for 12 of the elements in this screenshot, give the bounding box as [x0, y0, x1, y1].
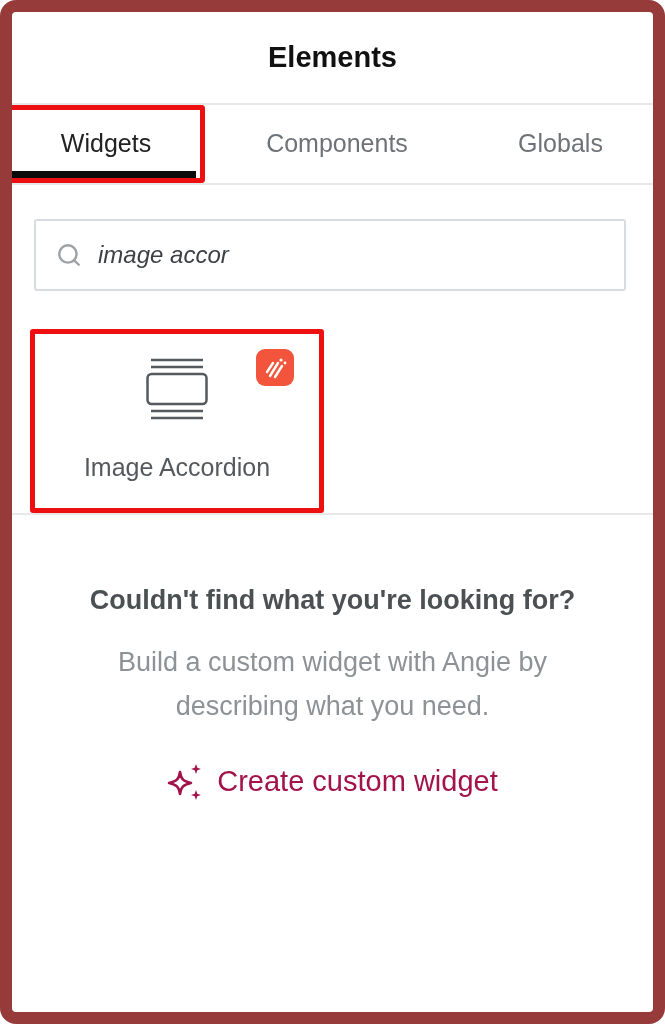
search-icon — [56, 242, 82, 268]
create-custom-widget-link[interactable]: Create custom widget — [167, 762, 498, 802]
panel-title: Elements — [268, 39, 397, 75]
tab[interactable]: Widgets — [12, 105, 205, 183]
accordion-icon — [146, 358, 208, 420]
empty-state-heading: Couldn't find what you're looking for? — [89, 584, 576, 617]
widget-card[interactable]: Image Accordion — [30, 329, 324, 513]
tab[interactable]: Components — [205, 105, 469, 183]
empty-state-description: Build a custom widget with Angie by describing what you need. — [116, 646, 549, 723]
widget-label: Image Accordion — [83, 452, 271, 483]
tab[interactable]: Globals — [469, 105, 652, 183]
search-field[interactable]: image accor — [34, 219, 626, 291]
